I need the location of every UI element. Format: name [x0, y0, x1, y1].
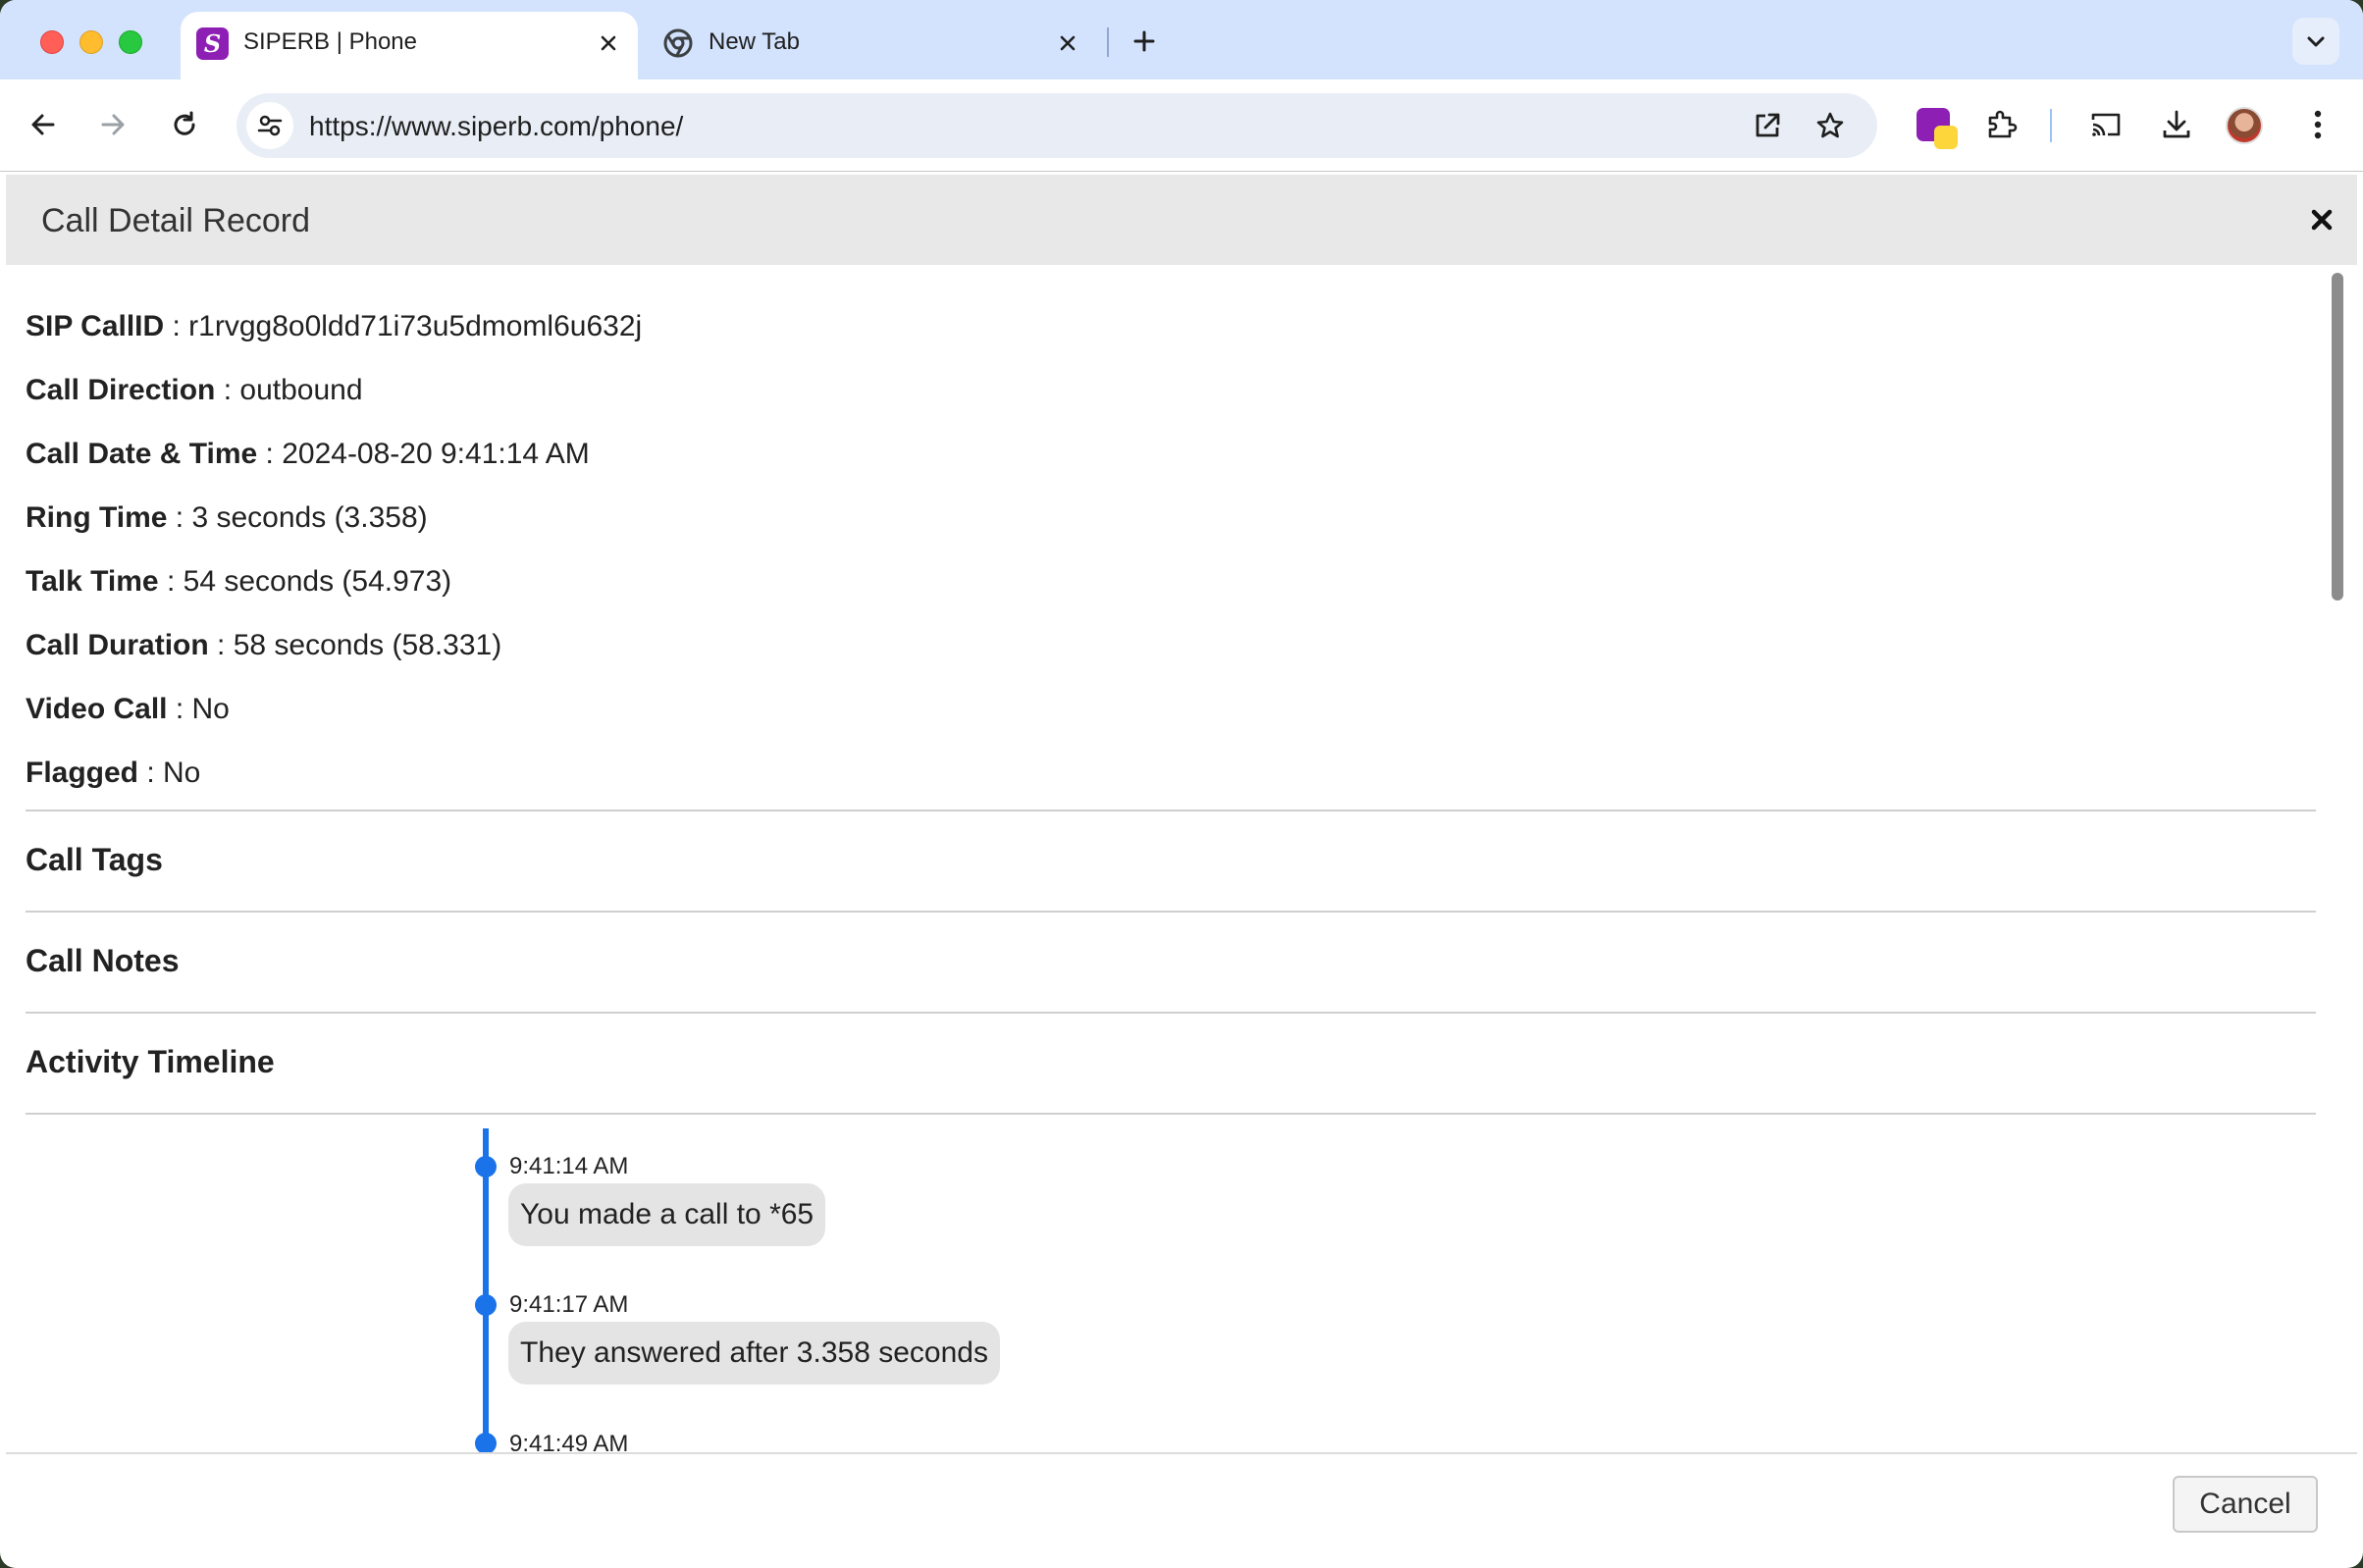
toolbar-separator	[2050, 109, 2052, 142]
timeline-time: 9:41:17 AM	[509, 1291, 629, 1318]
field-call-duration: Call Duration : 58 seconds (58.331)	[26, 629, 501, 662]
field-value: : r1rvgg8o0ldd71i73u5dmoml6u632j	[164, 310, 643, 342]
tab-siperb-phone[interactable]: S SIPERB | Phone	[181, 12, 638, 79]
download-icon	[2163, 110, 2190, 138]
modal-close-button[interactable]	[2306, 204, 2337, 235]
close-window-button[interactable]	[40, 30, 64, 54]
modal-body[interactable]: SIP CallID : r1rvgg8o0ldd71i73u5dmoml6u6…	[6, 267, 2357, 1452]
field-call-date-time: Call Date & Time : 2024-08-20 9:41:14 AM	[26, 438, 590, 471]
extensions-button[interactable]	[1978, 101, 2025, 148]
minimize-window-button[interactable]	[79, 30, 103, 54]
field-sip-callid: SIP CallID : r1rvgg8o0ldd71i73u5dmoml6u6…	[26, 310, 642, 343]
field-value: : outbound	[215, 374, 363, 406]
timeline-dot	[475, 1433, 497, 1452]
close-tab-icon[interactable]	[1052, 27, 1083, 59]
browser-window: S SIPERB | Phone New Tab https://www.sip…	[0, 0, 2363, 1568]
more-vertical-icon	[2314, 110, 2322, 139]
field-label: Video Call	[26, 693, 168, 725]
field-value: : 2024-08-20 9:41:14 AM	[257, 438, 590, 470]
field-label: Talk Time	[26, 565, 159, 598]
tab-new-tab[interactable]: New Tab	[646, 12, 1097, 79]
tab-search-button[interactable]	[2292, 18, 2339, 65]
chrome-icon	[663, 28, 693, 58]
field-label: SIP CallID	[26, 310, 165, 342]
downloads-button[interactable]	[2153, 101, 2200, 148]
reload-button[interactable]	[161, 101, 208, 148]
arrow-left-icon	[31, 114, 55, 135]
field-call-direction: Call Direction : outbound	[26, 374, 363, 407]
site-info-button[interactable]	[246, 102, 293, 149]
timeline-message: You made a call to *65	[508, 1183, 826, 1246]
modal-footer: Cancel	[6, 1452, 2357, 1560]
modal-title: Call Detail Record	[41, 202, 310, 239]
tab-separator	[1107, 27, 1109, 57]
address-bar[interactable]: https://www.siperb.com/phone/	[236, 93, 1877, 158]
close-icon	[2311, 209, 2333, 231]
section-call-notes[interactable]: Call Notes	[26, 943, 179, 979]
field-label: Ring Time	[26, 501, 168, 534]
timeline-time: 9:41:14 AM	[509, 1153, 629, 1179]
tab-strip: S SIPERB | Phone New Tab	[0, 0, 2363, 79]
cancel-button[interactable]: Cancel	[2173, 1476, 2318, 1533]
timeline-message: They answered after 3.358 seconds	[508, 1322, 1000, 1385]
url-text[interactable]: https://www.siperb.com/phone/	[309, 111, 683, 142]
star-icon	[1816, 112, 1844, 138]
back-button[interactable]	[20, 101, 67, 148]
siperb-s-icon: S	[196, 27, 229, 60]
field-label: Flagged	[26, 757, 139, 789]
timeline-time: 9:41:49 AM	[509, 1431, 629, 1452]
field-talk-time: Talk Time : 54 seconds (54.973)	[26, 565, 451, 599]
divider	[26, 1113, 2316, 1115]
field-value: : No	[167, 693, 230, 725]
profile-avatar[interactable]	[2226, 107, 2263, 144]
siperb-extension-button[interactable]	[1910, 101, 1958, 149]
divider	[26, 810, 2316, 811]
field-video-call: Video Call : No	[26, 693, 230, 726]
section-activity-timeline[interactable]: Activity Timeline	[26, 1044, 275, 1080]
tab-title: New Tab	[709, 28, 800, 55]
field-value: : 3 seconds (3.358)	[167, 501, 428, 534]
field-label: Call Date & Time	[26, 438, 258, 470]
timeline-dot	[475, 1156, 497, 1177]
arrow-right-icon	[101, 114, 125, 135]
tune-icon	[257, 115, 283, 136]
cast-icon	[2091, 113, 2121, 136]
reload-icon	[174, 111, 195, 135]
cast-button[interactable]	[2082, 101, 2129, 148]
plus-icon	[1133, 30, 1155, 52]
new-tab-button[interactable]	[1125, 22, 1164, 61]
puzzle-icon	[1988, 110, 2018, 138]
open-in-app-button[interactable]	[1744, 102, 1791, 149]
modal-scrollbar[interactable]	[2332, 273, 2343, 601]
modal-header: Call Detail Record	[6, 175, 2357, 265]
siperb-extension-icon	[1917, 108, 1958, 149]
field-flagged: Flagged : No	[26, 757, 200, 790]
field-label: Call Duration	[26, 629, 209, 661]
tab-title: SIPERB | Phone	[243, 28, 417, 55]
browser-toolbar: https://www.siperb.com/phone/	[0, 79, 2363, 172]
chrome-menu-button[interactable]	[2294, 101, 2341, 148]
close-tab-icon[interactable]	[593, 27, 624, 59]
field-value: : 54 seconds (54.973)	[158, 565, 452, 598]
open-external-icon	[1756, 113, 1780, 137]
field-label: Call Direction	[26, 374, 216, 406]
timeline-dot	[475, 1294, 497, 1316]
maximize-window-button[interactable]	[119, 30, 142, 54]
divider	[26, 911, 2316, 913]
forward-button[interactable]	[89, 101, 136, 148]
field-ring-time: Ring Time : 3 seconds (3.358)	[26, 501, 428, 535]
bookmark-button[interactable]	[1807, 102, 1854, 149]
field-value: : No	[138, 757, 201, 789]
field-value: : 58 seconds (58.331)	[208, 629, 502, 661]
divider	[26, 1012, 2316, 1014]
section-call-tags[interactable]: Call Tags	[26, 842, 163, 878]
chevron-down-icon	[2307, 36, 2325, 47]
